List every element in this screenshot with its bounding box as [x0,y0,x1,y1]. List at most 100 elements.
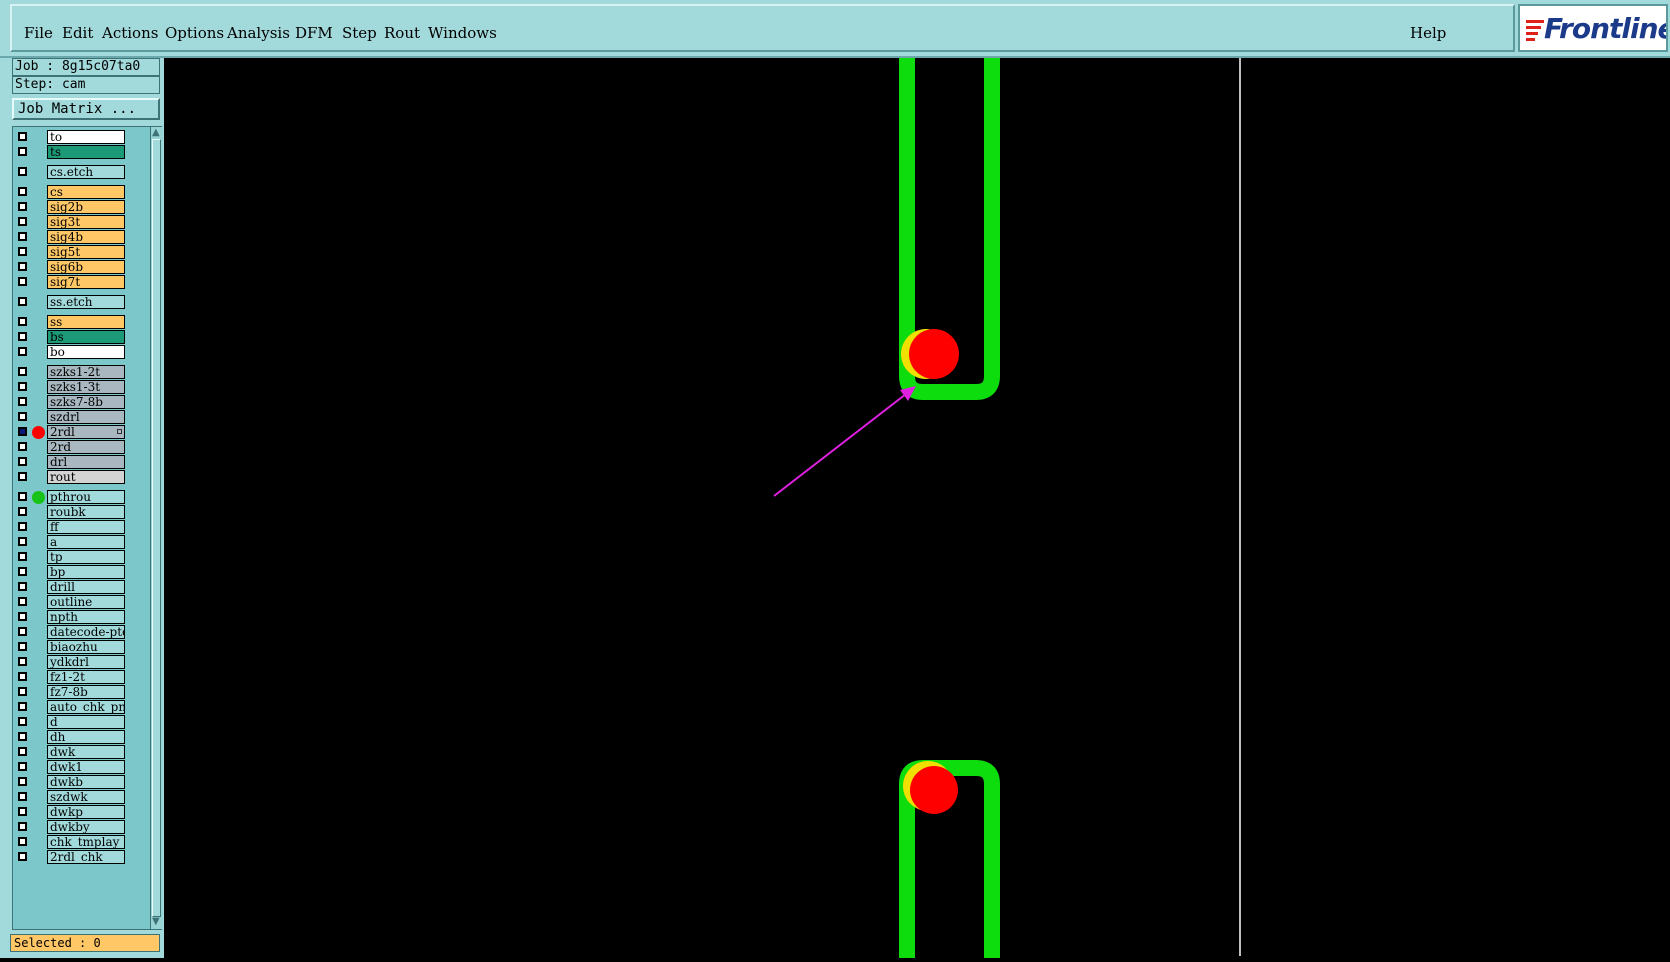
layer-row-sig7t[interactable]: sig7t [15,275,149,290]
layer-name[interactable]: chk_tmplay [47,835,125,849]
layer-name[interactable]: 2rd [47,440,125,454]
layer-row-ydkdrl[interactable]: ydkdrl [15,655,149,670]
layer-name[interactable]: sig5t [47,245,125,259]
layer-checkbox[interactable] [18,382,27,391]
layer-checkbox[interactable] [18,552,27,561]
job-matrix-button[interactable]: Job Matrix ... [12,98,160,120]
layer-name[interactable]: szks1-2t [47,365,125,379]
layer-row-a[interactable]: a [15,535,149,550]
layer-row-szks7-8b[interactable]: szks7-8b [15,395,149,410]
scroll-thumb[interactable] [152,139,161,917]
layer-row-sig2b[interactable]: sig2b [15,200,149,215]
layer-checkbox[interactable] [18,582,27,591]
layer-name[interactable]: ss [47,315,125,329]
layer-name[interactable]: dwk [47,745,125,759]
layer-row-pthrou[interactable]: pthrou [15,490,149,505]
menu-step[interactable]: Step [342,24,377,42]
layer-name[interactable]: d [47,715,125,729]
scroll-down-icon[interactable]: ▼ [152,917,160,927]
layer-row-auto_chk_pnl[interactable]: auto_chk_pnl [15,700,149,715]
layer-checkbox[interactable] [18,167,27,176]
layer-name[interactable]: pthrou [47,490,125,504]
layer-row-tp[interactable]: tp [15,550,149,565]
layer-name[interactable]: biaozhu [47,640,125,654]
menu-actions[interactable]: Actions [102,24,158,42]
layer-checkbox[interactable] [18,132,27,141]
layer-row-dwk[interactable]: dwk [15,745,149,760]
layer-name[interactable]: ts [47,145,125,159]
layer-row-ts[interactable]: ts [15,145,149,160]
layer-name[interactable]: ydkdrl [47,655,125,669]
menu-dfm[interactable]: DFM [295,24,333,42]
layer-checkbox[interactable] [18,777,27,786]
menu-file[interactable]: File [24,24,53,42]
layer-row-szks1-2t[interactable]: szks1-2t [15,365,149,380]
layer-checkbox[interactable] [18,472,27,481]
menu-analysis[interactable]: Analysis [227,24,290,42]
layer-checkbox[interactable] [18,147,27,156]
layer-checkbox[interactable] [18,852,27,861]
layer-row-datecode-ptc[interactable]: datecode-ptc [15,625,149,640]
layer-checkbox[interactable] [18,687,27,696]
layer-checkbox[interactable] [18,792,27,801]
layer-name[interactable]: fz7-8b [47,685,125,699]
layer-name[interactable]: szks7-8b [47,395,125,409]
layer-row-sig4b[interactable]: sig4b [15,230,149,245]
layer-checkbox[interactable] [18,492,27,501]
layer-checkbox[interactable] [18,807,27,816]
layer-row-2rdl[interactable]: 2rdl [15,425,149,440]
layer-name[interactable]: dwkp [47,805,125,819]
layer-row-szdwk[interactable]: szdwk [15,790,149,805]
layer-checkbox[interactable] [18,702,27,711]
layer-row-drl[interactable]: drl [15,455,149,470]
layer-checkbox[interactable] [18,187,27,196]
layer-checkbox[interactable] [18,597,27,606]
layer-checkbox[interactable] [18,762,27,771]
layer-checkbox[interactable] [18,642,27,651]
layer-checkbox[interactable] [18,537,27,546]
layer-row-roubk[interactable]: roubk [15,505,149,520]
layer-row-cs.etch[interactable]: cs.etch [15,165,149,180]
layer-name[interactable]: dwkby [47,820,125,834]
layer-checkbox[interactable] [18,672,27,681]
layer-name[interactable]: roubk [47,505,125,519]
layer-row-bp[interactable]: bp [15,565,149,580]
layer-name[interactable]: ss.etch [47,295,125,309]
menu-rout[interactable]: Rout [384,24,420,42]
layer-row-rout[interactable]: rout [15,470,149,485]
layer-name[interactable]: to [47,130,125,144]
layer-checkbox[interactable] [18,232,27,241]
layer-checkbox[interactable] [18,717,27,726]
layer-checkbox[interactable] [18,247,27,256]
layer-name[interactable]: bo [47,345,125,359]
layer-name[interactable]: sig7t [47,275,125,289]
menu-help[interactable]: Help [1410,24,1446,42]
layer-checkbox[interactable] [18,217,27,226]
layer-row-sig3t[interactable]: sig3t [15,215,149,230]
layer-checkbox[interactable] [18,612,27,621]
layer-display-dot-icon[interactable] [32,491,45,504]
graphic-canvas[interactable] [164,58,1670,958]
layer-row-npth[interactable]: npth [15,610,149,625]
layer-checkbox[interactable] [18,442,27,451]
layer-name[interactable]: fz1-2t [47,670,125,684]
layer-row-d[interactable]: d [15,715,149,730]
layer-name[interactable]: auto_chk_pnl [47,700,125,714]
layer-checkbox[interactable] [18,412,27,421]
layer-name[interactable]: 2rdl [47,425,125,439]
layer-checkbox[interactable] [18,732,27,741]
layer-name[interactable]: szdwk [47,790,125,804]
layer-checkbox[interactable] [18,277,27,286]
layer-row-ss.etch[interactable]: ss.etch [15,295,149,310]
layer-row-szdrl[interactable]: szdrl [15,410,149,425]
layer-row-ff[interactable]: ff [15,520,149,535]
layer-row-fz7-8b[interactable]: fz7-8b [15,685,149,700]
layer-row-dwkp[interactable]: dwkp [15,805,149,820]
layer-row-2rd[interactable]: 2rd [15,440,149,455]
layer-row-bs[interactable]: bs [15,330,149,345]
layer-row-dwkb[interactable]: dwkb [15,775,149,790]
layer-row-2rdl_chk[interactable]: 2rdl_chk [15,850,149,865]
layer-checkbox[interactable] [18,397,27,406]
layer-name[interactable]: dwk1 [47,760,125,774]
layer-checkbox[interactable] [18,202,27,211]
